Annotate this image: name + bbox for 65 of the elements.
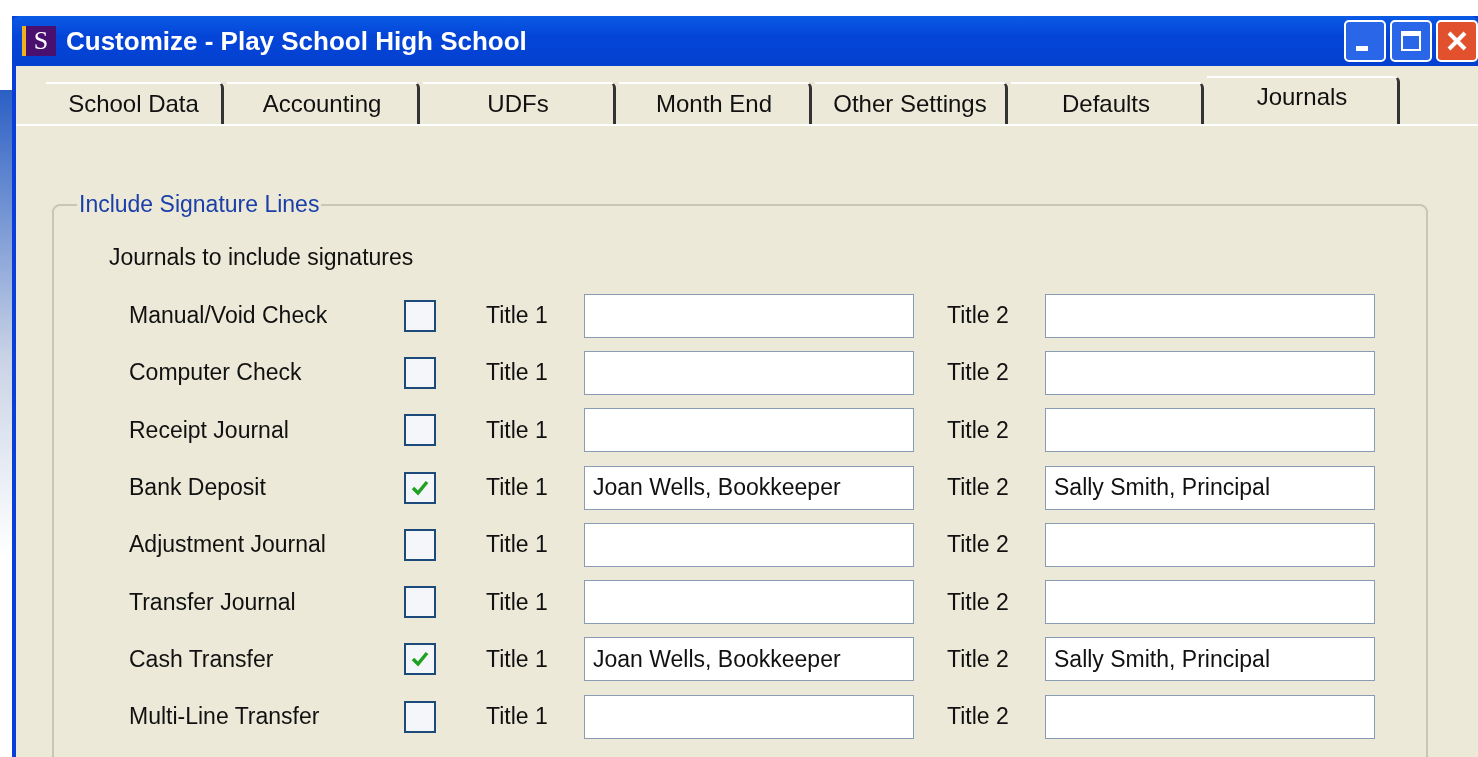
minimize-icon (1356, 45, 1368, 51)
journal-label: Manual/Void Check (128, 302, 329, 330)
tab[interactable]: School Data (46, 82, 224, 124)
field-label: Title 2 (947, 588, 1010, 616)
checkbox[interactable] (404, 471, 436, 504)
tab[interactable]: Month End (619, 82, 812, 124)
field-label: Title 2 (947, 645, 1010, 673)
window-title: Customize - Play School High School (66, 25, 528, 57)
field-label: Title 2 (947, 416, 1010, 444)
field-label: Title 1 (486, 302, 549, 330)
journal-label: Bank Deposit (128, 474, 267, 502)
close-button[interactable] (1436, 20, 1478, 62)
title-field[interactable] (1045, 580, 1375, 625)
title-field[interactable] (584, 694, 914, 739)
group-legend: Include Signature Lines (77, 191, 322, 218)
title-field[interactable] (584, 522, 914, 567)
field-label: Title 2 (947, 531, 1010, 559)
title-field[interactable]: Joan Wells, Bookkeeper (584, 465, 914, 510)
tab[interactable]: UDFs (423, 82, 616, 124)
checkbox[interactable] (404, 700, 436, 733)
journal-label: Cash Transfer (128, 645, 275, 673)
field-label: Title 2 (947, 302, 1010, 330)
checkbox[interactable] (404, 356, 436, 389)
field-label: Title 1 (486, 416, 549, 444)
title-field[interactable] (584, 408, 914, 453)
checkbox[interactable] (404, 643, 436, 676)
tab[interactable]: Other Settings (815, 82, 1008, 124)
field-label: Title 2 (947, 474, 1010, 502)
journal-label: Multi-Line Transfer (128, 703, 321, 731)
checkbox[interactable] (404, 414, 436, 447)
maximize-button[interactable] (1390, 20, 1432, 62)
title-field[interactable] (584, 580, 914, 625)
title-field[interactable]: Joan Wells, Bookkeeper (584, 637, 914, 682)
journal-label: Transfer Journal (128, 588, 297, 616)
tab[interactable]: Defaults (1011, 82, 1204, 124)
tab[interactable]: Accounting (227, 82, 420, 124)
maximize-icon (1400, 30, 1422, 52)
title-field[interactable] (1045, 408, 1375, 453)
title-field[interactable] (1045, 293, 1375, 338)
journal-label: Receipt Journal (128, 416, 290, 444)
field-label: Title 2 (947, 703, 1010, 731)
checkbox[interactable] (404, 299, 436, 332)
checkbox[interactable] (404, 586, 436, 619)
journal-label: Computer Check (128, 359, 303, 387)
field-label: Title 1 (486, 359, 549, 387)
title-field[interactable] (584, 293, 914, 338)
field-label: Title 1 (486, 531, 549, 559)
field-label: Title 1 (486, 645, 549, 673)
checkbox[interactable] (404, 528, 436, 561)
minimize-button[interactable] (1344, 20, 1386, 62)
title-field[interactable] (1045, 350, 1375, 395)
field-label: Title 2 (947, 359, 1010, 387)
field-label: Title 1 (486, 588, 549, 616)
title-field[interactable]: Sally Smith, Principal (1045, 465, 1375, 510)
section-heading: Journals to include signatures (109, 244, 415, 271)
app-icon: S (22, 26, 56, 56)
title-field[interactable] (584, 350, 914, 395)
title-field[interactable] (1045, 694, 1375, 739)
field-label: Title 1 (486, 703, 549, 731)
field-label: Title 1 (486, 474, 549, 502)
journal-label: Adjustment Journal (128, 531, 327, 559)
tab[interactable]: Journals (1207, 76, 1400, 124)
title-field[interactable]: Sally Smith, Principal (1045, 637, 1375, 682)
close-icon (1446, 30, 1468, 52)
title-field[interactable] (1045, 522, 1375, 567)
